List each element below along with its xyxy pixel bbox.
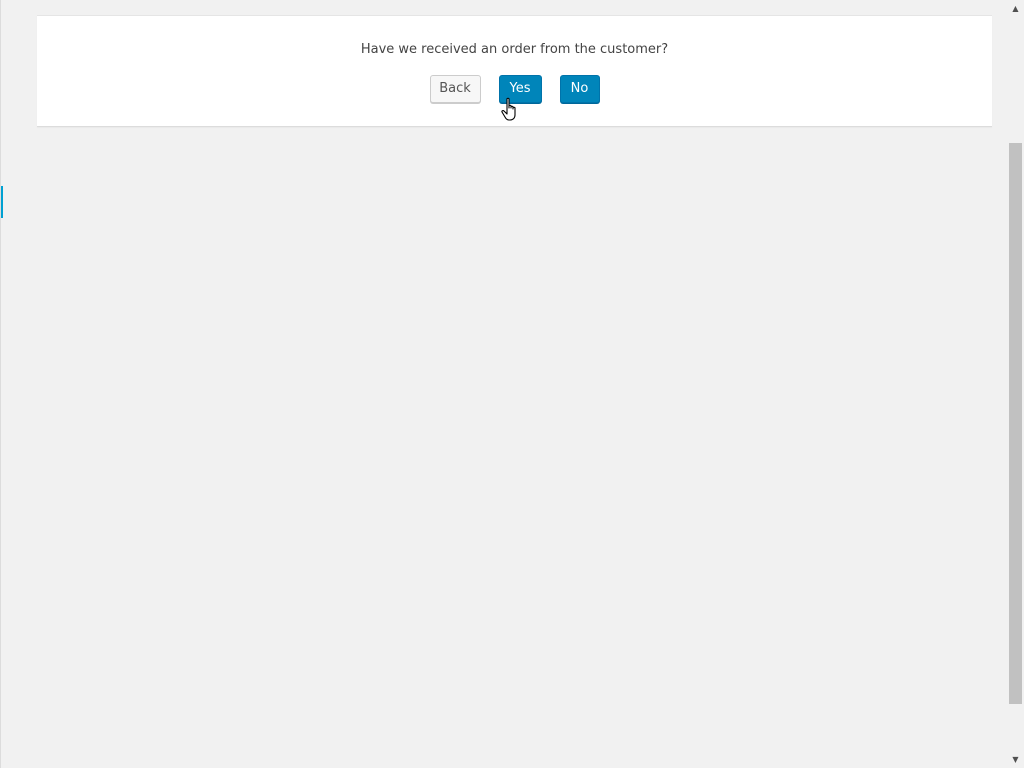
scroll-down-arrow-icon[interactable]: ▼: [1007, 751, 1024, 768]
answer-button-row: Back Yes No: [37, 75, 992, 103]
scroll-up-arrow-icon[interactable]: ▲: [1007, 0, 1024, 17]
scroll-thumb[interactable]: [1009, 143, 1022, 704]
question-text: Have we received an order from the custo…: [360, 42, 669, 57]
back-button[interactable]: Back: [429, 75, 481, 103]
question-panel: Have we received an order from the custo…: [37, 15, 992, 127]
page-viewport: Have we received an order from the custo…: [0, 0, 1024, 768]
no-button[interactable]: No: [559, 75, 600, 103]
vertical-scrollbar[interactable]: ▲ ▼: [1007, 0, 1024, 768]
left-edge-accent: [1, 186, 3, 218]
yes-button[interactable]: Yes: [498, 75, 542, 103]
